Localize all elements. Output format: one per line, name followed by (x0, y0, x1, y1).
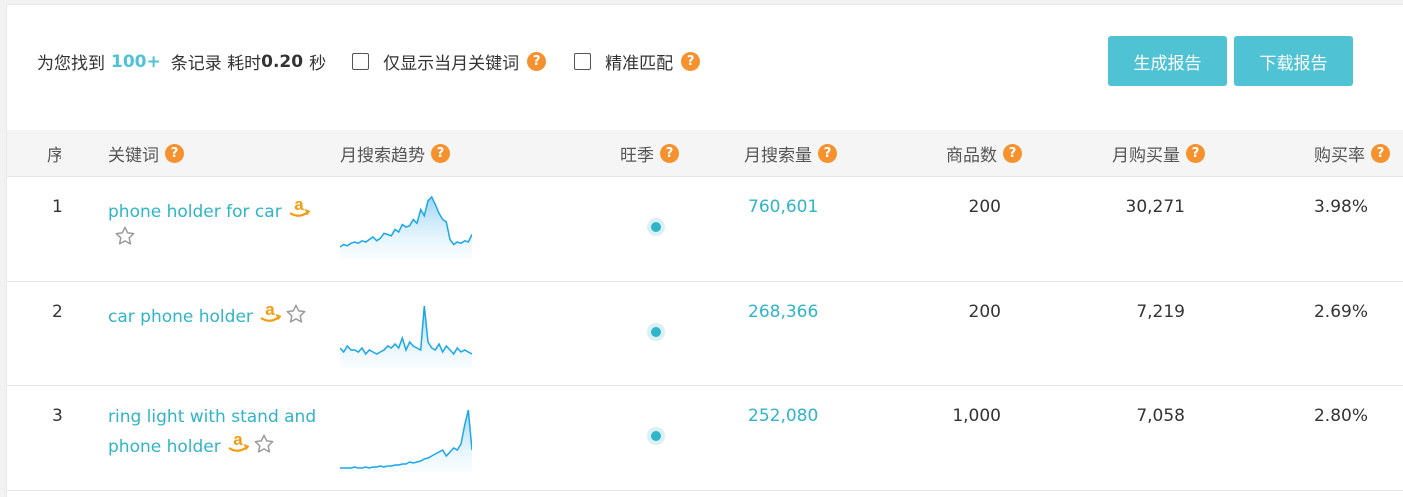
exact-match-option[interactable]: 精准匹配 ? (574, 49, 701, 74)
generate-report-button[interactable]: 生成报告 (1108, 36, 1227, 86)
amazon-icon[interactable]: a (227, 430, 249, 454)
keyword-link[interactable]: ring light with stand and phone holder (108, 407, 316, 457)
help-icon[interactable]: ? (1186, 143, 1205, 163)
amazon-icon[interactable]: a (259, 300, 281, 324)
col-season[interactable]: 旺季 ? (620, 130, 679, 176)
help-icon[interactable]: ? (1371, 143, 1390, 163)
monthly-search-value[interactable]: 268,366 (748, 302, 818, 322)
exact-match-checkbox[interactable] (574, 53, 592, 70)
monthly-search-value[interactable]: 760,601 (748, 197, 818, 217)
summary-suffix: 秒 (309, 54, 327, 74)
summary-middle: 条记录 耗时 (170, 54, 262, 74)
svg-text:a: a (265, 300, 275, 319)
col-purchase-rate[interactable]: 购买率 ? (1314, 130, 1390, 176)
keyword-link[interactable]: car phone holder (108, 307, 253, 327)
svg-text:a: a (294, 195, 304, 214)
current-month-checkbox[interactable] (352, 53, 370, 70)
product-count: 200 (968, 302, 1001, 322)
col-products[interactable]: 商品数 ? (946, 130, 1022, 176)
table-header: 序 关键词 ? 月搜索趋势 ? 旺季 ? 月搜索量 ? 商品数 ? 月购买量 ?… (7, 130, 1403, 177)
trend-sparkline[interactable] (340, 408, 472, 472)
table-row: 3 ring light with stand and phone holder… (7, 386, 1403, 491)
col-index-label: 序 (47, 141, 61, 166)
elapsed-time: 0.20 (261, 51, 304, 72)
purchase-rate-value: 2.80% (1313, 406, 1368, 426)
product-count: 200 (968, 197, 1001, 217)
col-purchase-rate-label: 购买率 (1314, 145, 1365, 166)
monthly-purchase-value: 7,219 (1136, 302, 1185, 322)
monthly-search-value[interactable]: 252,080 (748, 406, 818, 426)
trend-sparkline[interactable] (340, 304, 472, 368)
summary-prefix: 为您找到 (37, 54, 105, 74)
keyword-link[interactable]: phone holder for car (108, 202, 282, 222)
monthly-purchase-value: 30,271 (1125, 197, 1185, 217)
star-icon[interactable] (114, 225, 136, 247)
keyword-cell: phone holder for car a (108, 195, 333, 252)
col-monthly-purchase-label: 月购买量 (1112, 145, 1180, 166)
trend-area (340, 410, 472, 472)
current-month-option[interactable]: 仅显示当月关键词 ? (352, 49, 547, 74)
star-icon[interactable] (253, 433, 275, 455)
col-monthly-search[interactable]: 月搜索量 ? (744, 130, 837, 176)
amazon-icon[interactable]: a (288, 195, 310, 219)
download-report-button[interactable]: 下载报告 (1234, 36, 1353, 86)
trend-sparkline[interactable] (340, 195, 472, 259)
keyword-cell: car phone holder a (108, 300, 333, 330)
result-count: 100+ (111, 51, 161, 72)
help-icon[interactable]: ? (660, 143, 679, 163)
col-trend-label: 月搜索趋势 (340, 145, 425, 166)
purchase-rate-value: 3.98% (1313, 197, 1368, 217)
col-keyword-label: 关键词 (108, 145, 159, 166)
col-keyword[interactable]: 关键词 ? (108, 130, 184, 176)
peak-season-dot-icon[interactable] (647, 427, 665, 445)
help-icon[interactable]: ? (1003, 143, 1022, 163)
keyword-results-panel: 为您找到 100+ 条记录 耗时 0.20 秒 仅显示当月关键词 ? 精准匹配 … (6, 4, 1403, 497)
col-monthly-purchase[interactable]: 月购买量 ? (1112, 130, 1205, 176)
col-season-label: 旺季 (620, 145, 654, 166)
help-icon[interactable]: ? (681, 52, 701, 71)
peak-season-dot-icon[interactable] (647, 218, 665, 236)
col-trend[interactable]: 月搜索趋势 ? (340, 130, 450, 176)
help-icon[interactable]: ? (527, 52, 547, 71)
product-count: 1,000 (952, 406, 1001, 426)
row-index: 3 (52, 406, 63, 426)
row-index: 1 (52, 197, 63, 217)
svg-text:a: a (233, 430, 243, 449)
col-index: 序 (47, 130, 61, 176)
help-icon[interactable]: ? (818, 143, 837, 163)
col-products-label: 商品数 (946, 145, 997, 166)
exact-match-label[interactable]: 精准匹配 (605, 49, 673, 74)
help-icon[interactable]: ? (165, 143, 184, 163)
trend-line (340, 305, 472, 356)
peak-season-dot-icon[interactable] (647, 323, 665, 341)
results-summary: 为您找到 100+ 条记录 耗时 0.20 秒 仅显示当月关键词 ? 精准匹配 … (37, 49, 701, 74)
monthly-purchase-value: 7,058 (1136, 406, 1185, 426)
trend-area (340, 306, 472, 368)
trend-area (340, 197, 472, 259)
purchase-rate-value: 2.69% (1313, 302, 1368, 322)
help-icon[interactable]: ? (431, 143, 450, 163)
row-index: 2 (52, 302, 63, 322)
table-row: 1 phone holder for car a 760,601 200 30,2… (7, 177, 1403, 282)
star-icon[interactable] (285, 303, 307, 325)
table-row: 2 car phone holder a 268,366 200 7,219 2.… (7, 282, 1403, 386)
current-month-label[interactable]: 仅显示当月关键词 (383, 49, 519, 74)
col-monthly-search-label: 月搜索量 (744, 145, 812, 166)
keyword-cell: ring light with stand and phone holder a (108, 404, 333, 460)
